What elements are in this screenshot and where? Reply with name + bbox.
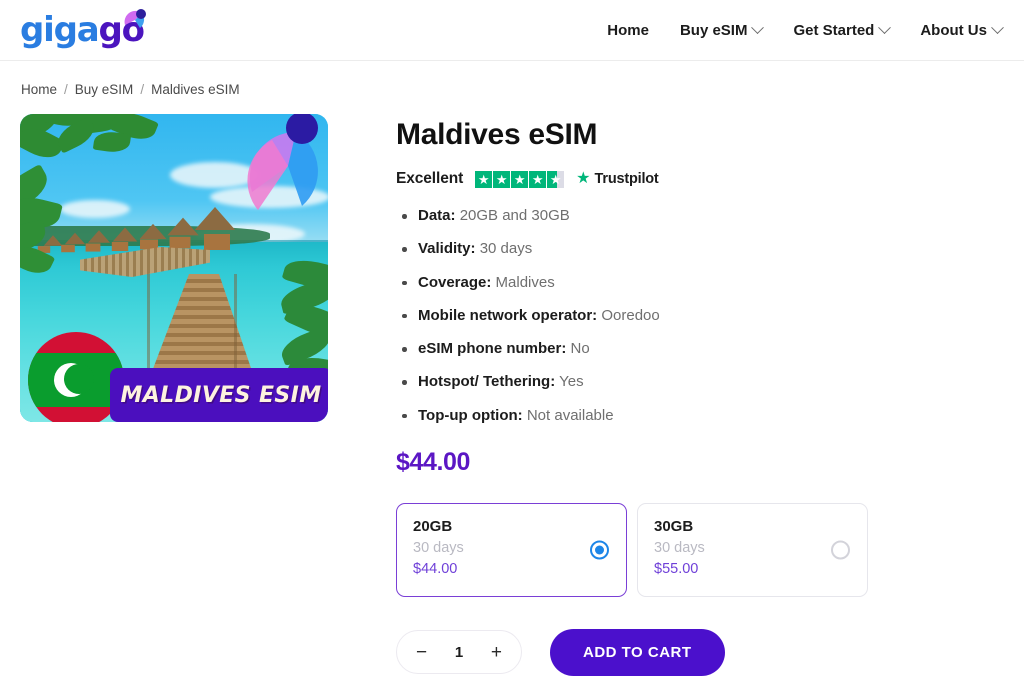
spec-item-hotspot: Hotspot/ Tethering: Yes bbox=[396, 372, 1024, 392]
star-filled-icon: ★ bbox=[529, 170, 547, 188]
palm-foliage-left bbox=[20, 163, 92, 294]
chevron-down-icon bbox=[751, 20, 765, 34]
star-filled-icon: ★ bbox=[493, 170, 511, 188]
quantity-increment-button[interactable]: + bbox=[491, 643, 502, 662]
spec-value: No bbox=[570, 340, 590, 357]
spec-label: Validity: bbox=[418, 240, 476, 258]
chevron-down-icon bbox=[991, 20, 1004, 34]
plan-option-20gb[interactable]: 20GB 30 days $44.00 bbox=[396, 502, 627, 597]
nav-item-home[interactable]: Home bbox=[607, 22, 649, 39]
spec-label: eSIM phone number: bbox=[418, 340, 567, 357]
spec-item-phone-number: eSIM phone number: No bbox=[396, 339, 1024, 359]
product-details: Maldives eSIM Excellent ★ ★ ★ ★ ★ ★ Trus… bbox=[396, 114, 1024, 676]
plan-price: $44.00 bbox=[413, 560, 458, 577]
spec-item-validity: Validity: 30 days bbox=[396, 239, 1024, 259]
gigago-swoosh-icon bbox=[121, 8, 147, 34]
spec-value: Maldives bbox=[495, 273, 555, 291]
plan-days: 30 days bbox=[413, 539, 464, 556]
plan-price: $55.00 bbox=[654, 560, 699, 577]
plan-radio-selected[interactable] bbox=[590, 540, 609, 560]
chevron-down-icon bbox=[878, 20, 892, 34]
site-logo[interactable]: giga go bbox=[20, 8, 147, 50]
spec-value: Ooredoo bbox=[601, 306, 660, 324]
nav-label: About Us bbox=[920, 21, 987, 39]
nav-item-buy-esim[interactable]: Buy eSIM bbox=[679, 20, 765, 39]
purchase-controls: − 1 + ADD TO CART bbox=[396, 628, 1024, 676]
spec-label: Hotspot/ Tethering: bbox=[418, 373, 556, 391]
image-banner: MALDIVES ESIM bbox=[110, 368, 328, 422]
star-partial-icon: ★ bbox=[547, 170, 565, 188]
spec-item-operator: Mobile network operator: Ooredoo bbox=[396, 306, 1024, 326]
breadcrumb-separator: / bbox=[140, 82, 145, 97]
plan-days: 30 days bbox=[654, 539, 705, 556]
spec-value: 30 days bbox=[479, 240, 533, 258]
spec-list: Data: 20GB and 30GB Validity: 30 days Co… bbox=[396, 206, 1024, 426]
spec-label: Data: bbox=[418, 207, 456, 224]
breadcrumb-item-buy-esim[interactable]: Buy eSIM bbox=[75, 82, 134, 97]
spec-label: Top-up option: bbox=[418, 406, 523, 424]
spec-item-data: Data: 20GB and 30GB bbox=[396, 206, 1024, 226]
breadcrumb-item-home[interactable]: Home bbox=[21, 82, 57, 97]
trustpilot-brand[interactable]: ★ Trustpilot bbox=[576, 170, 659, 188]
spec-value: 20GB and 30GB bbox=[459, 207, 570, 224]
gigago-swoosh-icon bbox=[236, 114, 328, 222]
star-filled-icon: ★ bbox=[475, 170, 493, 188]
quantity-value[interactable]: 1 bbox=[455, 644, 463, 661]
image-banner-text: MALDIVES ESIM bbox=[120, 382, 322, 408]
spec-value: Yes bbox=[559, 373, 584, 391]
add-to-cart-button[interactable]: ADD TO CART bbox=[550, 628, 725, 676]
spec-label: Coverage: bbox=[418, 273, 492, 291]
product-price: $44.00 bbox=[396, 447, 471, 476]
plan-radio-unselected[interactable] bbox=[831, 540, 850, 560]
site-header: giga go Home Buy eSIM Get Started About … bbox=[0, 0, 1024, 61]
quantity-decrement-button[interactable]: − bbox=[416, 643, 427, 662]
nav-label: Buy eSIM bbox=[679, 21, 748, 39]
trustpilot-name: Trustpilot bbox=[594, 171, 659, 187]
plan-options: 20GB 30 days $44.00 30GB 30 days $55.00 bbox=[396, 502, 1024, 597]
rating-stars: ★ ★ ★ ★ ★ bbox=[475, 170, 565, 188]
plan-size: 30GB bbox=[654, 517, 694, 535]
breadcrumb-separator: / bbox=[64, 82, 68, 97]
nav-label: Home bbox=[607, 21, 649, 39]
rating-word: Excellent bbox=[396, 170, 464, 187]
star-filled-icon: ★ bbox=[511, 170, 529, 188]
spec-label: Mobile network operator: bbox=[418, 306, 598, 324]
breadcrumb: Home / Buy eSIM / Maldives eSIM bbox=[0, 61, 1024, 97]
main-navigation: Home Buy eSIM Get Started About Us bbox=[607, 20, 1004, 39]
plan-option-30gb[interactable]: 30GB 30 days $55.00 bbox=[637, 502, 868, 597]
quantity-stepper: − 1 + bbox=[396, 630, 522, 675]
logo-text-giga: giga bbox=[20, 10, 100, 50]
breadcrumb-item-current: Maldives eSIM bbox=[151, 82, 240, 97]
plan-size: 20GB bbox=[413, 517, 453, 535]
product-image[interactable]: MALDIVES ESIM bbox=[20, 114, 328, 422]
spec-item-coverage: Coverage: Maldives bbox=[396, 273, 1024, 293]
trustpilot-rating[interactable]: Excellent ★ ★ ★ ★ ★ ★ Trustpilot bbox=[396, 170, 1024, 188]
nav-item-about-us[interactable]: About Us bbox=[920, 20, 1004, 39]
flag-crescent-icon bbox=[54, 363, 94, 397]
trustpilot-star-icon: ★ bbox=[576, 170, 591, 187]
spec-item-topup: Top-up option: Not available bbox=[396, 406, 1024, 426]
product-section: MALDIVES ESIM Maldives eSIM Excellent ★ … bbox=[0, 97, 1024, 676]
nav-item-get-started[interactable]: Get Started bbox=[793, 20, 892, 39]
page-title: Maldives eSIM bbox=[396, 118, 598, 151]
spec-value: Not available bbox=[526, 406, 614, 424]
nav-label: Get Started bbox=[793, 21, 875, 39]
